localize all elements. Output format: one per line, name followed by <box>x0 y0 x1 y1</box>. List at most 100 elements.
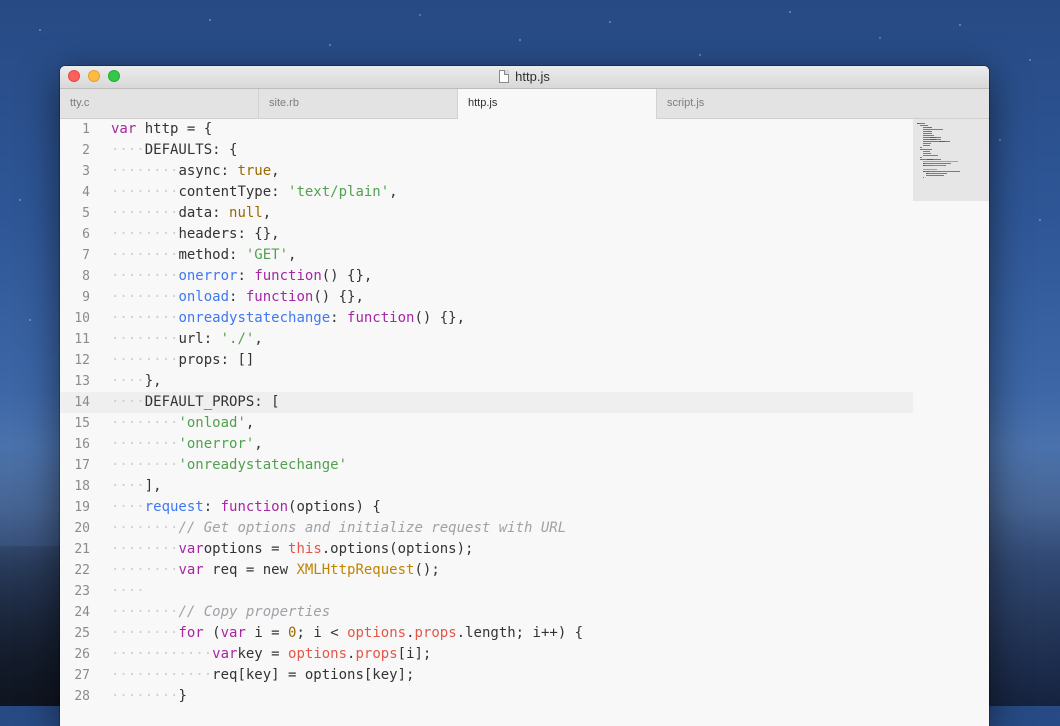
indent-guide: ········ <box>111 226 179 242</box>
code-line[interactable]: 7 ········method: 'GET', <box>60 245 913 266</box>
code-line[interactable]: 8 ········onerror: function() {}, <box>60 266 913 287</box>
code-line[interactable]: 1 var http = { <box>60 119 913 140</box>
code-line[interactable]: 14 ····DEFAULT_PROPS: [ <box>60 392 913 413</box>
line-number: 2 <box>82 143 90 158</box>
code-token: DEFAULTS: { <box>144 142 238 158</box>
code-token: true <box>237 163 272 179</box>
tab-script-js[interactable]: script.js <box>657 89 989 118</box>
minimap-stroke <box>923 129 933 130</box>
indent-guide: ········ <box>111 520 179 536</box>
code-line[interactable]: 12 ········props: [] <box>60 350 913 371</box>
code-line[interactable]: 27 ············req[key] = options[key]; <box>60 665 913 686</box>
title-bar[interactable]: http.js <box>60 66 989 89</box>
line-text: ····DEFAULTS: { <box>111 140 237 161</box>
indent-guide: ···· <box>111 499 145 515</box>
minimap-stroke <box>920 157 922 158</box>
line-number: 16 <box>74 437 90 452</box>
code-token: var <box>111 121 145 137</box>
code-token: 'onload' <box>178 415 246 431</box>
code-token: key = <box>237 646 289 662</box>
code-line[interactable]: 6 ········headers: {}, <box>60 224 913 245</box>
code-token: onload <box>178 289 230 305</box>
line-number: 12 <box>74 353 90 368</box>
window-title: http.js <box>60 69 989 84</box>
line-number: 15 <box>74 416 90 431</box>
code-line[interactable]: 13 ····}, <box>60 371 913 392</box>
code-line[interactable]: 3 ········async: true, <box>60 161 913 182</box>
code-token: 'text/plain' <box>288 184 390 200</box>
indent-guide: ········ <box>111 247 179 263</box>
code-line[interactable]: 22 ········var req = new XMLHttpRequest()… <box>60 560 913 581</box>
code-line[interactable]: 16 ········'onerror', <box>60 434 913 455</box>
indent-guide: ········ <box>111 436 179 452</box>
code-line[interactable]: 23 ···· <box>60 581 913 602</box>
code-token: () {}, <box>313 289 364 305</box>
code-token: // Get options and initialize request wi… <box>178 520 567 536</box>
minimap-stroke <box>920 147 922 148</box>
line-text: ········'onload', <box>111 413 254 434</box>
tab-http-js[interactable]: http.js <box>458 89 657 119</box>
code-line[interactable]: 2 ····DEFAULTS: { <box>60 140 913 161</box>
code-token: headers: {}, <box>178 226 280 242</box>
line-number: 9 <box>82 290 90 305</box>
code-line[interactable]: 28 ········} <box>60 686 913 707</box>
line-text: ········url: './', <box>111 329 263 350</box>
minimap-stroke <box>930 143 931 144</box>
code-line[interactable]: 24 ········// Copy properties <box>60 602 913 623</box>
line-text: ········method: 'GET', <box>111 245 296 266</box>
indent-guide: ········ <box>111 184 179 200</box>
code-token: i = <box>245 625 289 641</box>
code-token: XMLHttpRequest <box>296 562 415 578</box>
line-text: ····}, <box>111 371 162 392</box>
code-line[interactable]: 5 ········data: null, <box>60 203 913 224</box>
code-token: : <box>203 499 221 515</box>
document-icon <box>499 70 510 83</box>
line-number: 23 <box>74 584 90 599</box>
line-text: ········varoptions = this.options(option… <box>111 539 473 560</box>
line-text: ········headers: {}, <box>111 224 280 245</box>
line-number: 5 <box>82 206 90 221</box>
indent-guide: ········ <box>111 352 179 368</box>
indent-guide: ········ <box>111 331 179 347</box>
minimap-stroke <box>945 141 950 142</box>
code-line[interactable]: 19 ····request: function(options) { <box>60 497 913 518</box>
code-view[interactable]: 1 var http = {2 ····DEFAULTS: {3 ········as… <box>60 119 913 707</box>
code-line[interactable]: 18 ····], <box>60 476 913 497</box>
code-token: null <box>229 205 263 221</box>
line-number: 19 <box>74 500 90 515</box>
code-token: method: <box>178 247 246 263</box>
line-number: 25 <box>74 626 90 641</box>
line-number: 6 <box>82 227 90 242</box>
code-line[interactable]: 25 ········for (var i = 0; i < options.pr… <box>60 623 913 644</box>
code-token: }, <box>144 373 162 389</box>
line-number: 20 <box>74 521 90 536</box>
indent-guide: ········ <box>111 604 179 620</box>
code-token: data: <box>178 205 230 221</box>
minimap-stroke <box>936 139 941 140</box>
indent-guide: ········ <box>111 205 179 221</box>
code-line[interactable]: 4 ········contentType: 'text/plain', <box>60 182 913 203</box>
code-token: var <box>212 646 238 662</box>
code-line[interactable]: 26 ············varkey = options.props[i]; <box>60 644 913 665</box>
code-token: } <box>178 688 187 704</box>
code-line[interactable]: 15 ········'onload', <box>60 413 913 434</box>
line-text: ········// Get options and initialize re… <box>111 518 566 539</box>
minimap-stroke <box>925 165 933 166</box>
minimap-stroke <box>933 165 944 166</box>
code-token: 'onreadystatechange' <box>178 457 348 473</box>
code-token: , <box>245 415 255 431</box>
code-line[interactable]: 9 ········onload: function() {}, <box>60 287 913 308</box>
code-token: var <box>220 625 246 641</box>
tab-tty-c[interactable]: tty.c <box>60 89 259 118</box>
code-line[interactable]: 10 ········onreadystatechange: function()… <box>60 308 913 329</box>
code-line[interactable]: 11 ········url: './', <box>60 329 913 350</box>
code-token: [i]; <box>397 646 432 662</box>
minimap[interactable] <box>913 119 989 726</box>
code-line[interactable]: 21 ········varoptions = this.options(opti… <box>60 539 913 560</box>
line-number: 8 <box>82 269 90 284</box>
minimap-stroke <box>937 163 951 164</box>
code-line[interactable]: 17 ········'onreadystatechange' <box>60 455 913 476</box>
code-line[interactable]: 20 ········// Get options and initialize … <box>60 518 913 539</box>
code-token: // Copy properties <box>178 604 331 620</box>
tab-site-rb[interactable]: site.rb <box>259 89 458 118</box>
